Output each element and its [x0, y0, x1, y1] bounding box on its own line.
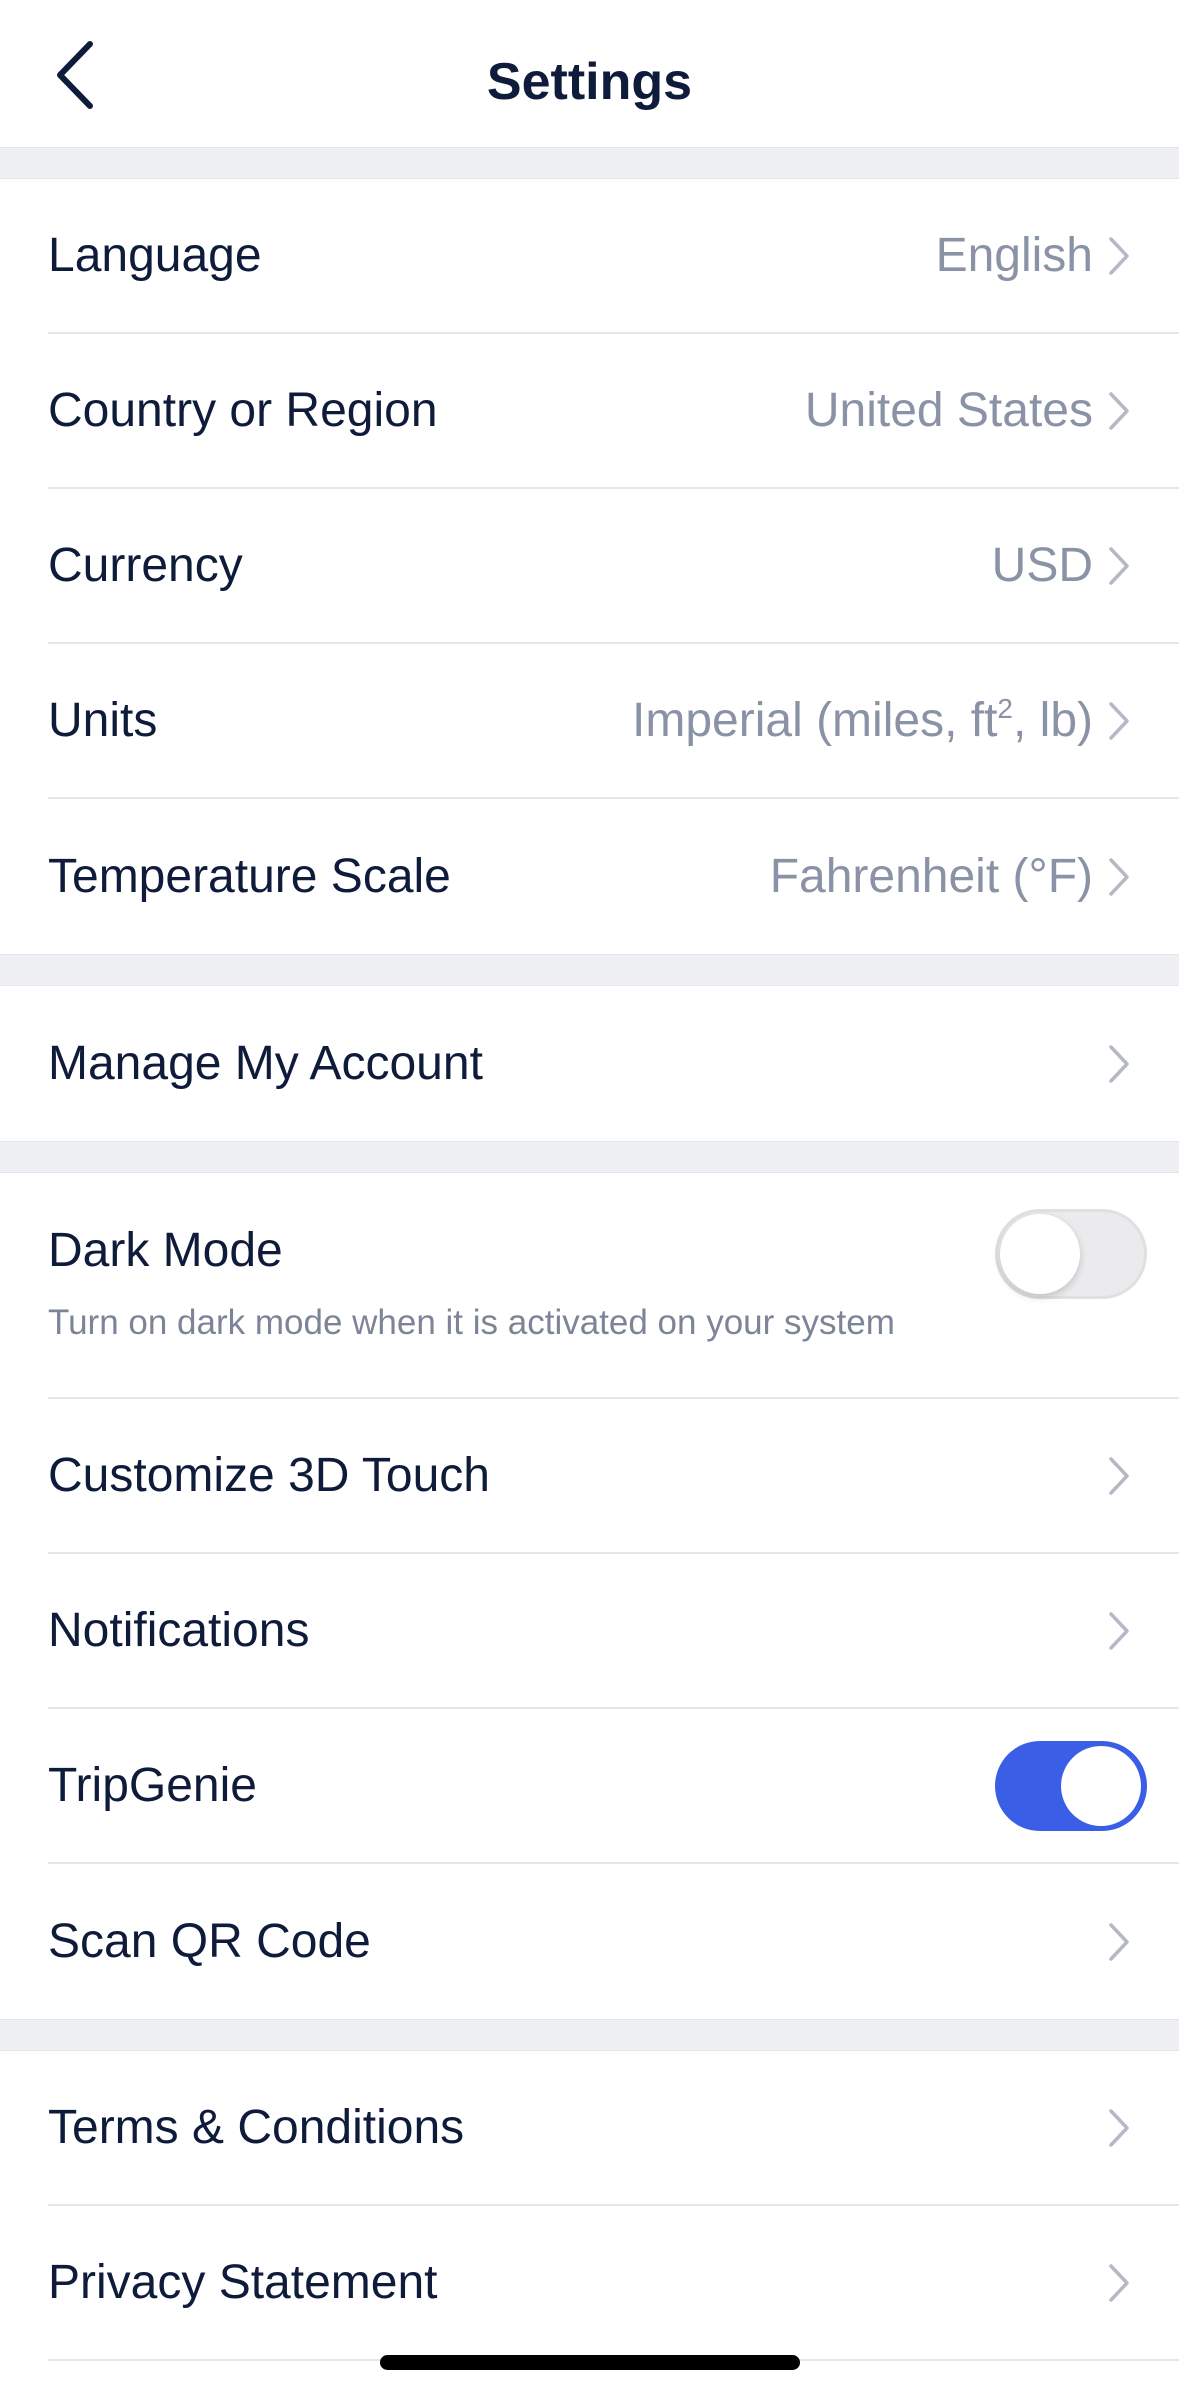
customize-3d-touch-label: Customize 3D Touch [48, 1449, 490, 1502]
back-button[interactable] [30, 30, 120, 120]
dark-mode-toggle[interactable] [995, 1209, 1147, 1299]
country-region-row[interactable]: Country or Region United States [48, 334, 1179, 489]
terms-conditions-label: Terms & Conditions [48, 2101, 465, 2154]
country-region-value: United States [804, 384, 1093, 437]
notifications-label: Notifications [48, 1604, 310, 1657]
dark-mode-description: Turn on dark mode when it is activated o… [48, 1303, 895, 1342]
tripgenie-row: TripGenie [48, 1709, 1179, 1864]
chevron-right-icon [1107, 1921, 1131, 1963]
language-value: English [935, 229, 1093, 282]
navigation-bar: Settings [0, 0, 1179, 148]
section-separator [0, 148, 1179, 179]
section-separator [0, 2019, 1179, 2051]
chevron-right-icon [1107, 700, 1131, 742]
currency-row[interactable]: Currency USD [48, 489, 1179, 644]
chevron-left-icon [57, 41, 93, 109]
privacy-statement-label: Privacy Statement [48, 2256, 438, 2309]
section-separator [0, 1141, 1179, 1173]
preferences-group: Language English Country or Region Unite… [0, 179, 1179, 954]
chevron-right-icon [1107, 235, 1131, 277]
currency-value: USD [991, 539, 1093, 592]
toggle-knob [1061, 1745, 1141, 1826]
account-group: Manage My Account [0, 986, 1179, 1141]
section-separator [0, 954, 1179, 986]
units-label: Units [48, 694, 158, 747]
tripgenie-toggle[interactable] [995, 1740, 1147, 1831]
home-indicator[interactable] [380, 2355, 800, 2370]
features-group: Dark Mode Turn on dark mode when it is a… [0, 1173, 1179, 2019]
dark-mode-label: Dark Mode [48, 1224, 283, 1277]
privacy-statement-row[interactable]: Privacy Statement [48, 2206, 1179, 2361]
language-row[interactable]: Language English [48, 179, 1179, 334]
customize-3d-touch-row[interactable]: Customize 3D Touch [48, 1399, 1179, 1554]
chevron-right-icon [1107, 545, 1131, 587]
manage-account-label: Manage My Account [48, 1037, 483, 1090]
chevron-right-icon [1107, 1455, 1131, 1497]
scan-qr-code-label: Scan QR Code [48, 1915, 371, 1968]
chevron-right-icon [1107, 1610, 1131, 1652]
units-row[interactable]: Units Imperial (miles, ft2, lb) [48, 644, 1179, 799]
terms-conditions-row[interactable]: Terms & Conditions [48, 2051, 1179, 2206]
country-region-label: Country or Region [48, 384, 438, 437]
settings-screen: Settings Language English Country or Reg… [0, 0, 1179, 2396]
chevron-right-icon [1107, 1043, 1131, 1085]
chevron-right-icon [1107, 2107, 1131, 2149]
scan-qr-code-row[interactable]: Scan QR Code [48, 1864, 1179, 2019]
temperature-scale-value: Fahrenheit (°F) [769, 850, 1093, 903]
temperature-scale-row[interactable]: Temperature Scale Fahrenheit (°F) [48, 799, 1179, 954]
temperature-scale-label: Temperature Scale [48, 850, 451, 903]
chevron-right-icon [1107, 390, 1131, 432]
manage-account-row[interactable]: Manage My Account [48, 986, 1179, 1141]
legal-group: Terms & Conditions Privacy Statement [0, 2051, 1179, 2361]
currency-label: Currency [48, 539, 243, 592]
notifications-row[interactable]: Notifications [48, 1554, 1179, 1709]
units-value: Imperial (miles, ft2, lb) [632, 693, 1093, 747]
tripgenie-label: TripGenie [48, 1759, 257, 1812]
chevron-right-icon [1107, 2262, 1131, 2304]
page-title: Settings [486, 53, 693, 111]
dark-mode-row: Dark Mode Turn on dark mode when it is a… [48, 1173, 1179, 1399]
language-label: Language [48, 229, 262, 282]
toggle-knob [1000, 1214, 1080, 1294]
chevron-right-icon [1107, 856, 1131, 898]
